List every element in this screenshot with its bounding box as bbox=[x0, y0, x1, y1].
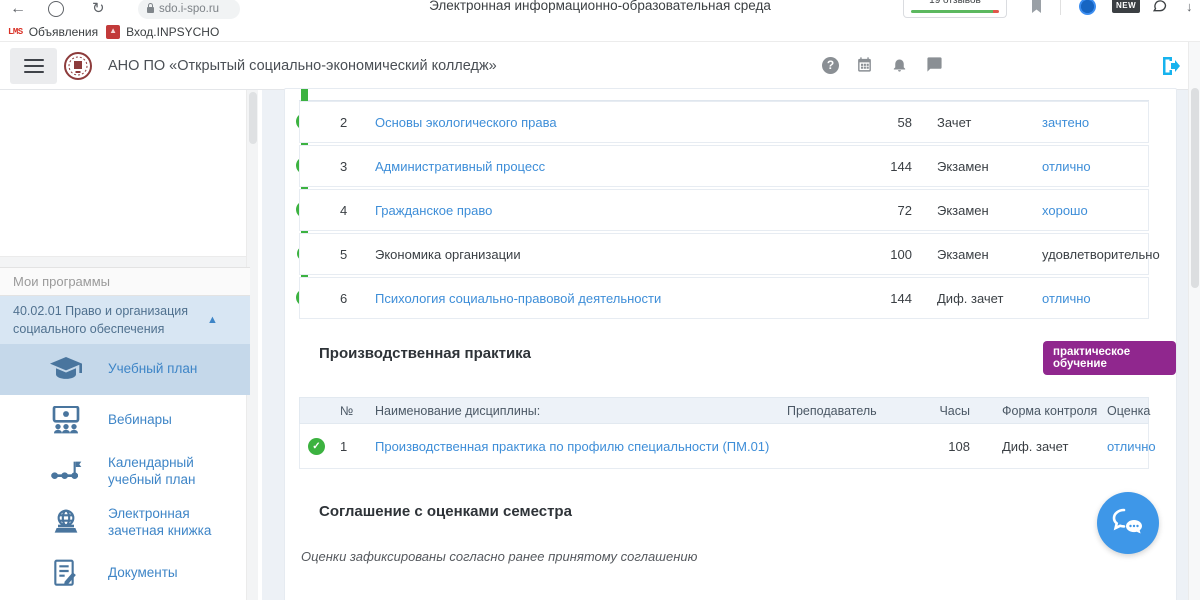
course-link[interactable]: Основы экологического права bbox=[375, 102, 557, 144]
course-hours: 72 bbox=[875, 190, 912, 232]
program-toggle[interactable]: 40.02.01 Право и организация социального… bbox=[0, 296, 250, 344]
app-screen: ← ↻ sdo.i-spo.ru Электронная информацион… bbox=[0, 0, 1200, 600]
bookmark-announcements[interactable]: LMS Объявления bbox=[8, 25, 98, 39]
header-control: Форма контроля bbox=[1002, 398, 1097, 425]
inpsycho-favicon bbox=[106, 25, 120, 39]
chevron-up-icon: ▲ bbox=[207, 314, 218, 326]
chat-bubbles-icon bbox=[1110, 507, 1146, 539]
practice-table-header: № Наименование дисциплины: Преподаватель… bbox=[299, 397, 1149, 424]
header-hours: Часы bbox=[930, 398, 970, 425]
header-grade: Оценка bbox=[1107, 398, 1150, 425]
course-title: Экономика организации bbox=[375, 234, 521, 276]
sidebar-item-webinars[interactable]: Вебинары bbox=[0, 395, 250, 446]
course-control-form: Зачет bbox=[937, 102, 971, 144]
course-row: 2 Основы экологического права 58 Зачет з… bbox=[299, 101, 1149, 143]
page-scrollbar[interactable] bbox=[1188, 42, 1200, 600]
course-link[interactable]: Административный процесс bbox=[375, 146, 545, 188]
course-grade-link[interactable]: отлично bbox=[1042, 278, 1091, 320]
course-number: 2 bbox=[340, 102, 347, 144]
course-link[interactable]: Гражданское право bbox=[375, 190, 492, 232]
agreement-note: Оценки зафиксированы согласно ранее прин… bbox=[301, 549, 697, 564]
course-row: 3 Административный процесс 144 Экзамен о… bbox=[299, 145, 1149, 187]
study-plan-card: ✓ ✓ ✓ ✓ 2 Основы экологического права 58… bbox=[284, 88, 1177, 600]
practice-number: 1 bbox=[340, 424, 347, 469]
college-logo bbox=[62, 50, 94, 82]
course-number: 4 bbox=[340, 190, 347, 232]
bookmarks-bar: LMS Объявления Вход.INPSYCHO bbox=[0, 22, 1200, 42]
bookmark-inpsycho[interactable]: Вход.INPSYCHO bbox=[106, 25, 219, 39]
practice-grade-link[interactable]: отлично bbox=[1107, 424, 1156, 469]
practice-control-form: Диф. зачет bbox=[1002, 424, 1068, 469]
course-number: 6 bbox=[340, 278, 347, 320]
my-programs-label: Мои программы bbox=[0, 267, 250, 296]
course-control-form: Экзамен bbox=[937, 234, 989, 276]
app-header: АНО ПО «Открытый социально-экономический… bbox=[0, 42, 1200, 90]
org-title: АНО ПО «Открытый социально-экономический… bbox=[108, 58, 497, 74]
webinar-icon bbox=[50, 406, 84, 436]
download-icon[interactable]: ↓ bbox=[1186, 0, 1193, 14]
sidebar: Мои программы 40.02.01 Право и организац… bbox=[0, 90, 262, 600]
course-grade-link[interactable]: зачтено bbox=[1042, 102, 1089, 144]
help-icon[interactable]: ? bbox=[822, 57, 839, 74]
course-control-form: Диф. зачет bbox=[937, 278, 1003, 320]
header-num: № bbox=[340, 398, 353, 425]
new-extension-badge[interactable]: NEW bbox=[1112, 0, 1140, 13]
support-chat-button[interactable] bbox=[1097, 492, 1159, 554]
document-pen-icon bbox=[50, 559, 84, 589]
course-hours: 144 bbox=[875, 146, 912, 188]
menu-toggle-button[interactable] bbox=[10, 48, 57, 84]
practice-hours: 108 bbox=[930, 424, 970, 469]
practice-link[interactable]: Производственная практика по профилю спе… bbox=[375, 424, 769, 469]
course-number: 5 bbox=[340, 234, 347, 276]
completed-check-icon: ✓ bbox=[308, 438, 325, 455]
sidebar-item-study-plan[interactable]: Учебный план bbox=[0, 344, 250, 395]
chrome-separator bbox=[1060, 0, 1061, 15]
main-content: ✓ ✓ ✓ ✓ 2 Основы экологического права 58… bbox=[262, 90, 1200, 600]
page-title: Электронная информационно-образовательна… bbox=[0, 0, 1200, 13]
reviews-rating-bar bbox=[911, 10, 999, 13]
course-control-form: Экзамен bbox=[937, 146, 989, 188]
agreement-section-title: Соглашение с оценками семестра bbox=[319, 503, 572, 520]
sidebar-horizontal-scrollbar[interactable] bbox=[0, 256, 246, 267]
reviews-badge[interactable]: 19 отзывов bbox=[903, 0, 1007, 18]
course-number: 3 bbox=[340, 146, 347, 188]
practice-section-title: Производственная практика bbox=[319, 345, 531, 362]
course-link[interactable]: Психология социально-правовой деятельнос… bbox=[375, 278, 661, 320]
course-grade-link[interactable]: отлично bbox=[1042, 146, 1091, 188]
lms-favicon: LMS bbox=[8, 27, 23, 37]
course-row: 5 Экономика организации 100 Экзамен удов… bbox=[299, 233, 1149, 275]
practical-training-badge: практическое обучение bbox=[1043, 341, 1176, 375]
course-row: 6 Психология социально-правовой деятельн… bbox=[299, 277, 1149, 319]
header-teacher: Преподаватель bbox=[787, 398, 877, 425]
notifications-bell-icon[interactable] bbox=[891, 56, 909, 74]
course-hours: 144 bbox=[875, 278, 912, 320]
graduation-cap-icon bbox=[50, 355, 84, 385]
sidebar-menu: Учебный план Вебинары bbox=[0, 344, 250, 599]
chrome-chat-icon[interactable] bbox=[1151, 0, 1168, 14]
partial-course-row bbox=[299, 89, 1149, 101]
practice-row: ✓ 1 Производственная практика по профилю… bbox=[299, 424, 1149, 469]
course-row: 4 Гражданское право 72 Экзамен хорошо bbox=[299, 189, 1149, 231]
browser-chrome: ← ↻ sdo.i-spo.ru Электронная информацион… bbox=[0, 0, 1200, 22]
calendar-icon[interactable] bbox=[856, 56, 874, 74]
course-control-form: Экзамен bbox=[937, 190, 989, 232]
header-title: Наименование дисциплины: bbox=[375, 398, 540, 425]
course-grade: удовлетворительно bbox=[1042, 234, 1160, 276]
logout-icon[interactable] bbox=[1158, 54, 1182, 78]
course-hours: 58 bbox=[875, 102, 912, 144]
sidebar-item-documents[interactable]: Документы bbox=[0, 548, 250, 599]
sidebar-item-gradebook[interactable]: Электронная зачетная книжка bbox=[0, 497, 250, 548]
course-hours: 100 bbox=[875, 234, 912, 276]
course-grade-link[interactable]: хорошо bbox=[1042, 190, 1088, 232]
bookmark-flag-icon[interactable] bbox=[1031, 0, 1042, 13]
globe-book-icon bbox=[50, 508, 84, 538]
milestones-flag-icon bbox=[50, 457, 84, 487]
messages-icon[interactable] bbox=[926, 56, 944, 74]
sidebar-item-calendar-plan[interactable]: Календарный учебный план bbox=[0, 446, 250, 497]
